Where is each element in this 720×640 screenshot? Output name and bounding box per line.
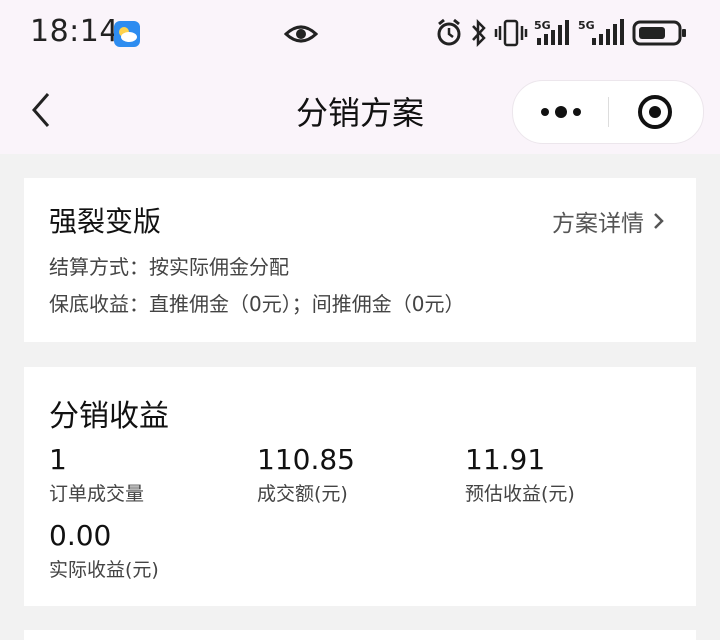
settlement-method: 结算方式：按实际佣金分配	[49, 255, 289, 279]
guarantee-income: 保底收益：直推佣金（0元）；间推佣金（0元）	[49, 292, 465, 316]
vibrate-icon	[494, 18, 528, 52]
nav-bar: 分销方案	[0, 68, 720, 154]
earnings-title: 分销收益	[49, 399, 169, 434]
target-close-icon	[638, 95, 672, 129]
status-time: 18:14	[30, 14, 119, 49]
stat-label: 预估收益(元)	[465, 483, 575, 505]
stat-value: 110.85	[257, 443, 355, 476]
capsule-divider	[608, 97, 609, 127]
stat-order-count: 1 订单成交量	[49, 443, 144, 506]
stat-label: 实际收益(元)	[49, 559, 159, 581]
stat-value: 0.00	[49, 519, 112, 552]
plan-card: 强裂变版 方案详情 结算方式：按实际佣金分配 保底收益：直推佣金（0元）；间推佣…	[24, 178, 696, 342]
more-button[interactable]	[531, 91, 591, 133]
stat-label: 成交额(元)	[257, 483, 348, 505]
alarm-icon	[436, 18, 462, 52]
stat-value: 1	[49, 443, 67, 476]
miniprogram-capsule	[512, 80, 704, 144]
svg-text:5G: 5G	[578, 19, 595, 32]
status-bar: 18:14 5G 5G	[0, 0, 720, 68]
stat-estimated-income: 11.91 预估收益(元)	[465, 443, 575, 506]
more-dots-icon	[541, 106, 581, 118]
earnings-card: 分销收益 1 订单成交量 110.85 成交额(元) 11.91 预估收益(元)…	[24, 367, 696, 606]
stat-actual-income: 0.00 实际收益(元)	[49, 519, 159, 582]
plan-name: 强裂变版	[49, 205, 162, 238]
bluetooth-icon	[470, 18, 488, 52]
plan-detail-label: 方案详情	[552, 211, 644, 237]
battery-icon	[632, 18, 688, 52]
svg-text:5G: 5G	[534, 19, 551, 32]
signal-icon-1: 5G	[534, 18, 574, 52]
plan-detail-link[interactable]: 方案详情	[552, 204, 666, 238]
stat-value: 11.91	[465, 443, 546, 476]
chevron-right-icon	[654, 213, 664, 229]
signal-icon-2: 5G	[578, 18, 624, 52]
weather-app-icon	[114, 21, 140, 47]
stat-label: 订单成交量	[49, 483, 145, 505]
next-card	[24, 630, 696, 640]
stat-transaction-amount: 110.85 成交额(元)	[257, 443, 355, 506]
eye-icon	[283, 20, 319, 52]
close-miniprogram-button[interactable]	[625, 91, 685, 133]
